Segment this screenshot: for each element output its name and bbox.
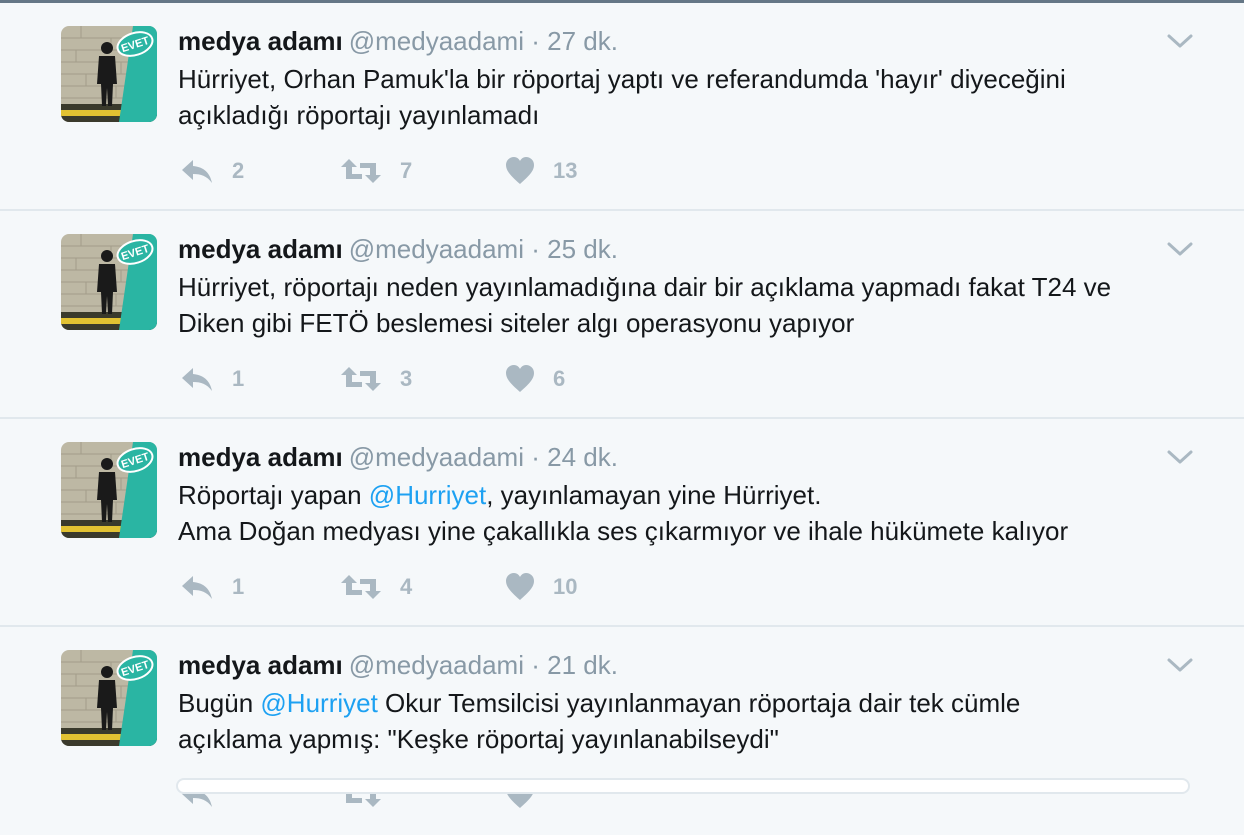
tweet-header: medya adamı @medyaadami · 25 dk. [178, 233, 618, 265]
retweet-button[interactable]: 3 [340, 363, 412, 395]
heart-icon [506, 573, 534, 600]
avatar-image: EVET [61, 442, 157, 538]
reply-icon [182, 368, 212, 391]
tweet-text: Hürriyet, röportajı neden yayınlamadığın… [178, 269, 1188, 341]
like-count: 13 [553, 158, 578, 183]
chevron-down-icon[interactable] [1166, 239, 1194, 259]
tweet-header: medya adamı @medyaadami · 21 dk. [178, 649, 618, 681]
like-button[interactable]: 13 [505, 155, 577, 187]
tweet-text: Röportajı yapan @Hurriyet, yayınlamayan … [178, 477, 1188, 549]
chevron-down-icon[interactable] [1166, 31, 1194, 51]
like-button[interactable]: 10 [505, 571, 577, 603]
like-count: 6 [553, 366, 566, 391]
separator-dot: · [531, 26, 540, 56]
tweet-text-segment: Hürriyet, Orhan Pamuk'la bir röportaj ya… [178, 64, 1066, 94]
avatar-image: EVET [61, 234, 157, 330]
tweet[interactable]: EVET medya adamı @medyaadami · 21 dk. Bug… [0, 627, 1244, 835]
like-button[interactable]: 6 [505, 363, 565, 395]
avatar[interactable]: EVET [61, 650, 157, 746]
separator-dot: · [531, 442, 540, 472]
display-name[interactable]: medya adamı [178, 234, 343, 264]
display-name[interactable]: medya adamı [178, 442, 343, 472]
reply-icon [182, 160, 212, 183]
retweet-icon [341, 575, 381, 599]
timeline: EVET medya adamı @medyaadami · 27 dk. Hür… [0, 3, 1244, 835]
tweet-header: medya adamı @medyaadami · 27 dk. [178, 25, 618, 57]
tweet-text-line: açıkladığı röportajı yayınlamadı [178, 97, 1188, 133]
tweet-text-segment: Hürriyet, röportajı neden yayınlamadığın… [178, 272, 1112, 302]
chevron-down-icon[interactable] [1166, 655, 1194, 675]
timestamp[interactable]: 25 dk. [547, 234, 618, 264]
username[interactable]: @medyaadami [349, 26, 524, 56]
separator-dot: · [531, 234, 540, 264]
reply-count: 2 [232, 158, 245, 183]
tweet-header: medya adamı @medyaadami · 24 dk. [178, 441, 618, 473]
heart-icon [506, 157, 534, 184]
tweet-text-segment: Diken gibi FETÖ beslemesi siteler algı o… [178, 308, 855, 338]
tweet-text-line: Ama Doğan medyası yine çakallıkla ses çı… [178, 513, 1188, 549]
retweet-count: 4 [400, 574, 413, 599]
tweet-text-segment: Röportajı yapan [178, 480, 369, 510]
timestamp[interactable]: 21 dk. [547, 650, 618, 680]
display-name[interactable]: medya adamı [178, 26, 343, 56]
tweet-text-line: açıklama yapmış: "Keşke röportaj yayınla… [178, 721, 1188, 757]
tweet-text-segment: Okur Temsilcisi yayınlanmayan röportaja … [377, 688, 1021, 718]
retweet-button[interactable]: 7 [340, 155, 412, 187]
chevron-down-icon[interactable] [1166, 447, 1194, 467]
tweet-text-line: Röportajı yapan @Hurriyet, yayınlamayan … [178, 477, 1188, 513]
retweet-count: 7 [400, 158, 413, 183]
retweet-icon [341, 159, 381, 183]
avatar-image: EVET [61, 650, 157, 746]
tweet-text: Hürriyet, Orhan Pamuk'la bir röportaj ya… [178, 61, 1188, 133]
timestamp[interactable]: 24 dk. [547, 442, 618, 472]
tweet[interactable]: EVET medya adamı @medyaadami · 25 dk. Hür… [0, 211, 1244, 419]
tweet[interactable]: EVET medya adamı @medyaadami · 24 dk. Röp… [0, 419, 1244, 627]
tweet[interactable]: EVET medya adamı @medyaadami · 27 dk. Hür… [0, 3, 1244, 211]
tweet-text-line: Diken gibi FETÖ beslemesi siteler algı o… [178, 305, 1188, 341]
reply-icon [182, 576, 212, 599]
like-count: 10 [553, 574, 578, 599]
reply-button[interactable]: 1 [180, 571, 244, 603]
avatar[interactable]: EVET [61, 442, 157, 538]
reply-count: 1 [232, 574, 245, 599]
mention-link[interactable]: @Hurriyet [369, 480, 486, 510]
username[interactable]: @medyaadami [349, 442, 524, 472]
retweet-count: 3 [400, 366, 413, 391]
retweet-button[interactable]: 4 [340, 571, 412, 603]
reply-button[interactable]: 2 [180, 155, 244, 187]
heart-icon [506, 365, 534, 392]
tweet-text-segment: , yayınlamayan yine Hürriyet. [486, 480, 822, 510]
avatar[interactable]: EVET [61, 26, 157, 122]
tweet-text-segment: açıklama yapmış: "Keşke röportaj yayınla… [178, 724, 779, 754]
display-name[interactable]: medya adamı [178, 650, 343, 680]
reply-count: 1 [232, 366, 245, 391]
separator-dot: · [531, 650, 540, 680]
tweet-text-line: Bugün @Hurriyet Okur Temsilcisi yayınlan… [178, 685, 1188, 721]
reply-button[interactable]: 1 [180, 363, 244, 395]
retweet-icon [341, 367, 381, 391]
tweet-text-line: Hürriyet, röportajı neden yayınlamadığın… [178, 269, 1188, 305]
timestamp[interactable]: 27 dk. [547, 26, 618, 56]
avatar-image: EVET [61, 26, 157, 122]
avatar[interactable]: EVET [61, 234, 157, 330]
tweet-text-segment: Bugün [178, 688, 261, 718]
tweet-text-segment: Ama Doğan medyası yine çakallıkla ses çı… [178, 516, 1069, 546]
mention-link[interactable]: @Hurriyet [260, 688, 377, 718]
tweet-text-segment: açıkladığı röportajı yayınlamadı [178, 100, 540, 130]
tweet-text-line: Hürriyet, Orhan Pamuk'la bir röportaj ya… [178, 61, 1188, 97]
username[interactable]: @medyaadami [349, 234, 524, 264]
reply-composer-edge[interactable] [176, 778, 1190, 794]
tweet-text: Bugün @Hurriyet Okur Temsilcisi yayınlan… [178, 685, 1188, 757]
username[interactable]: @medyaadami [349, 650, 524, 680]
